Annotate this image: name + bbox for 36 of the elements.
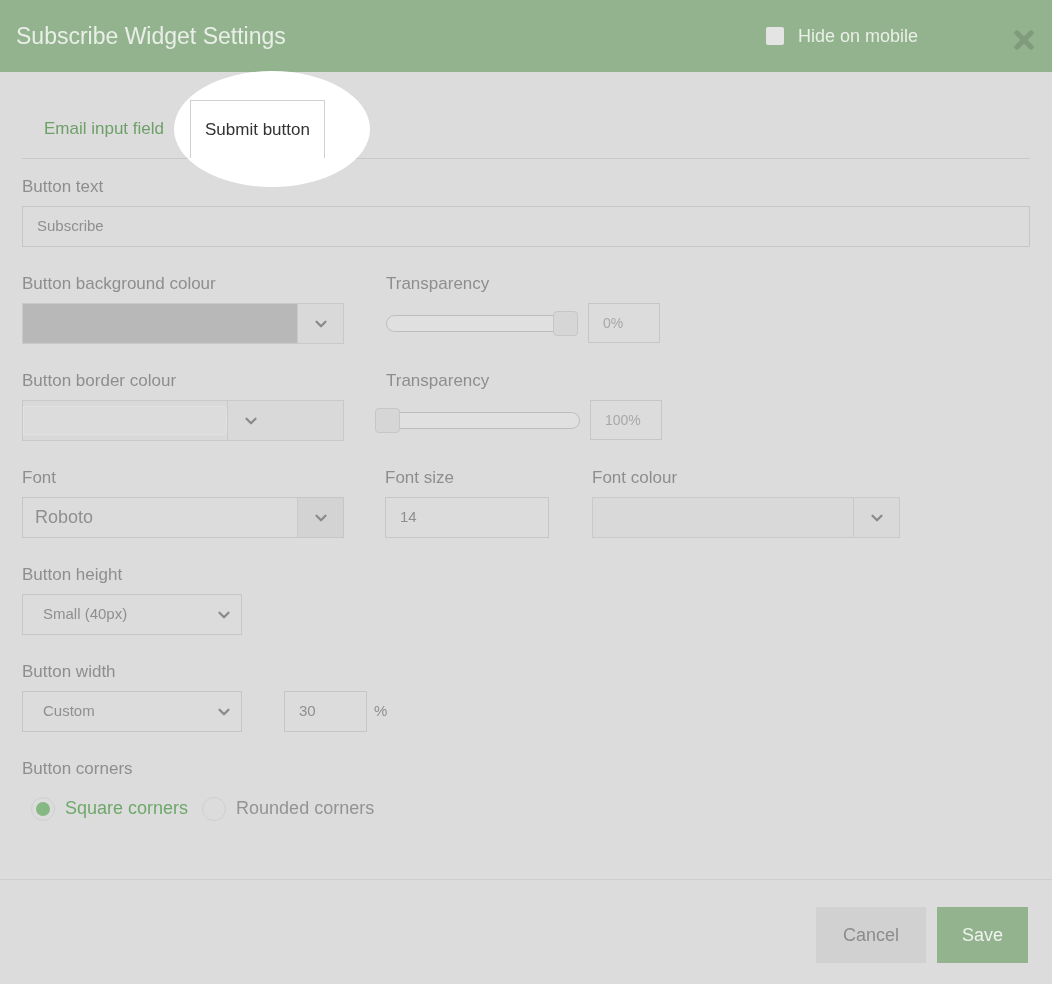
font-size-field[interactable]: 14 [385, 497, 549, 538]
select-field[interactable]: Small (40px) [22, 594, 242, 635]
colour-picker[interactable] [592, 497, 900, 538]
field-label: Button text [22, 177, 104, 197]
font-select[interactable]: Roboto [22, 497, 344, 538]
tab[interactable]: Submit button [190, 100, 325, 158]
field-label: Button background colour [22, 274, 216, 294]
radio-label: Rounded corners [236, 797, 375, 820]
field-label: Button border colour [22, 371, 177, 391]
slider-thumb[interactable] [375, 407, 400, 433]
dropdown-toggle[interactable] [297, 498, 343, 537]
field-label: Font size [385, 468, 454, 488]
tab[interactable]: Email input field [44, 100, 164, 158]
colour-picker[interactable] [22, 303, 344, 344]
colour-picker[interactable] [22, 400, 344, 441]
field-label: Font [22, 468, 57, 488]
field-label: Button height [22, 565, 123, 585]
field-label: Transparency [386, 371, 490, 391]
field-label: Button corners [22, 759, 133, 779]
text-input-field[interactable]: Subscribe [22, 206, 1030, 247]
cancel-button[interactable]: Cancel [816, 907, 926, 963]
field-label: Button width [22, 662, 116, 682]
radio-button[interactable] [31, 796, 55, 821]
slider[interactable] [375, 407, 580, 433]
field-label: Font colour [592, 468, 678, 488]
save-button[interactable]: Save [937, 907, 1028, 963]
unit-label: % [374, 701, 388, 722]
slider-thumb[interactable] [553, 310, 578, 336]
field-label: Transparency [386, 274, 490, 294]
checkbox-label: Hide on mobile [797, 24, 918, 48]
checkbox[interactable] [765, 27, 784, 45]
select-field[interactable]: Custom [22, 691, 242, 732]
radio-label: Square corners [65, 797, 189, 820]
slider[interactable] [386, 310, 578, 336]
width-field[interactable]: 30 [284, 691, 367, 732]
dialog-title: Subscribe Widget Settings [16, 21, 287, 51]
